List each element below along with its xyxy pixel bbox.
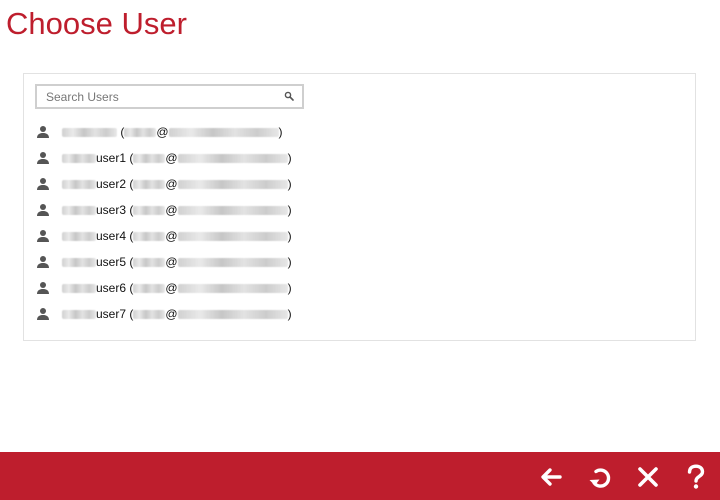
redacted-name xyxy=(62,257,96,267)
user-list-item[interactable]: (@) xyxy=(35,119,292,145)
user-name-suffix: user7 xyxy=(96,307,127,321)
close-button[interactable] xyxy=(633,462,663,492)
redacted-email-domain xyxy=(177,179,288,189)
user-close-paren: ) xyxy=(287,151,292,165)
arrow-left-icon xyxy=(541,468,562,486)
user-at-sign: @ xyxy=(165,151,178,165)
redacted-email-local xyxy=(133,257,166,267)
page-title: Choose User xyxy=(6,6,187,41)
user-at-sign: @ xyxy=(165,255,178,269)
user-icon xyxy=(37,282,49,294)
search-input[interactable] xyxy=(37,86,277,107)
user-name-suffix: user6 xyxy=(96,281,127,295)
undo-button[interactable] xyxy=(585,462,615,492)
redacted-email-domain xyxy=(177,309,288,319)
user-name-suffix: user1 xyxy=(96,151,127,165)
user-at-sign: @ xyxy=(156,125,169,139)
user-label: user1 (@) xyxy=(62,151,292,165)
redacted-email-domain xyxy=(177,257,288,267)
user-label: user3 (@) xyxy=(62,203,292,217)
user-label: user5 (@) xyxy=(62,255,292,269)
user-list-item[interactable]: user7 (@) xyxy=(35,301,292,327)
user-label: user2 (@) xyxy=(62,177,292,191)
user-icon xyxy=(37,178,49,190)
user-icon xyxy=(37,256,49,268)
redacted-name xyxy=(62,283,96,293)
redacted-name xyxy=(62,179,96,189)
redacted-name xyxy=(62,205,96,215)
redacted-email-local xyxy=(133,283,166,293)
user-label: user4 (@) xyxy=(62,229,292,243)
user-name-suffix: user5 xyxy=(96,255,127,269)
user-at-sign: @ xyxy=(165,229,178,243)
user-close-paren: ) xyxy=(287,281,292,295)
user-close-paren: ) xyxy=(287,177,292,191)
user-list-item[interactable]: user3 (@) xyxy=(35,197,292,223)
redacted-email-domain xyxy=(177,153,288,163)
redacted-email-local xyxy=(133,205,166,215)
user-at-sign: @ xyxy=(165,203,178,217)
user-close-paren: ) xyxy=(287,307,292,321)
redacted-name xyxy=(62,309,96,319)
redacted-email-domain xyxy=(177,205,288,215)
back-button[interactable] xyxy=(536,462,566,492)
user-list-item[interactable]: user2 (@) xyxy=(35,171,292,197)
user-list-item[interactable]: user5 (@) xyxy=(35,249,292,275)
redacted-email-local xyxy=(133,231,166,241)
user-close-paren: ) xyxy=(287,203,292,217)
user-icon xyxy=(37,126,49,138)
user-list-item[interactable]: user6 (@) xyxy=(35,275,292,301)
user-name-suffix: user3 xyxy=(96,203,127,217)
user-label: user6 (@) xyxy=(62,281,292,295)
user-at-sign: @ xyxy=(165,307,178,321)
user-name-suffix: user4 xyxy=(96,229,127,243)
redacted-name xyxy=(62,127,117,137)
redacted-email-domain xyxy=(177,283,288,293)
help-icon xyxy=(687,464,705,489)
undo-icon xyxy=(589,468,611,488)
redacted-email-domain xyxy=(177,231,288,241)
redacted-email-local xyxy=(133,153,166,163)
user-name-suffix: user2 xyxy=(96,177,127,191)
redacted-email-domain xyxy=(168,127,279,137)
user-icon xyxy=(37,230,49,242)
user-label: (@) xyxy=(62,125,283,139)
close-icon xyxy=(638,467,658,487)
redacted-email-local xyxy=(133,179,166,189)
help-button[interactable] xyxy=(681,462,711,492)
user-icon xyxy=(37,204,49,216)
redacted-email-local xyxy=(133,309,166,319)
user-label: user7 (@) xyxy=(62,307,292,321)
user-close-paren: ) xyxy=(287,255,292,269)
search-box xyxy=(35,84,304,109)
choose-user-page: Choose User (@) xyxy=(0,0,720,500)
redacted-name xyxy=(62,231,96,241)
user-at-sign: @ xyxy=(165,281,178,295)
search-icon[interactable] xyxy=(284,91,294,101)
user-list-item[interactable]: user4 (@) xyxy=(35,223,292,249)
user-close-paren: ) xyxy=(278,125,283,139)
user-list-item[interactable]: user1 (@) xyxy=(35,145,292,171)
user-at-sign: @ xyxy=(165,177,178,191)
redacted-name xyxy=(62,153,96,163)
redacted-email-local xyxy=(124,127,157,137)
user-icon xyxy=(37,308,49,320)
user-panel: (@) user1 (@) user2 (@) xyxy=(23,73,696,341)
user-icon xyxy=(37,152,49,164)
footer-toolbar xyxy=(0,452,720,500)
user-close-paren: ) xyxy=(287,229,292,243)
user-list: (@) user1 (@) user2 (@) user3 (@) user… xyxy=(35,119,292,327)
